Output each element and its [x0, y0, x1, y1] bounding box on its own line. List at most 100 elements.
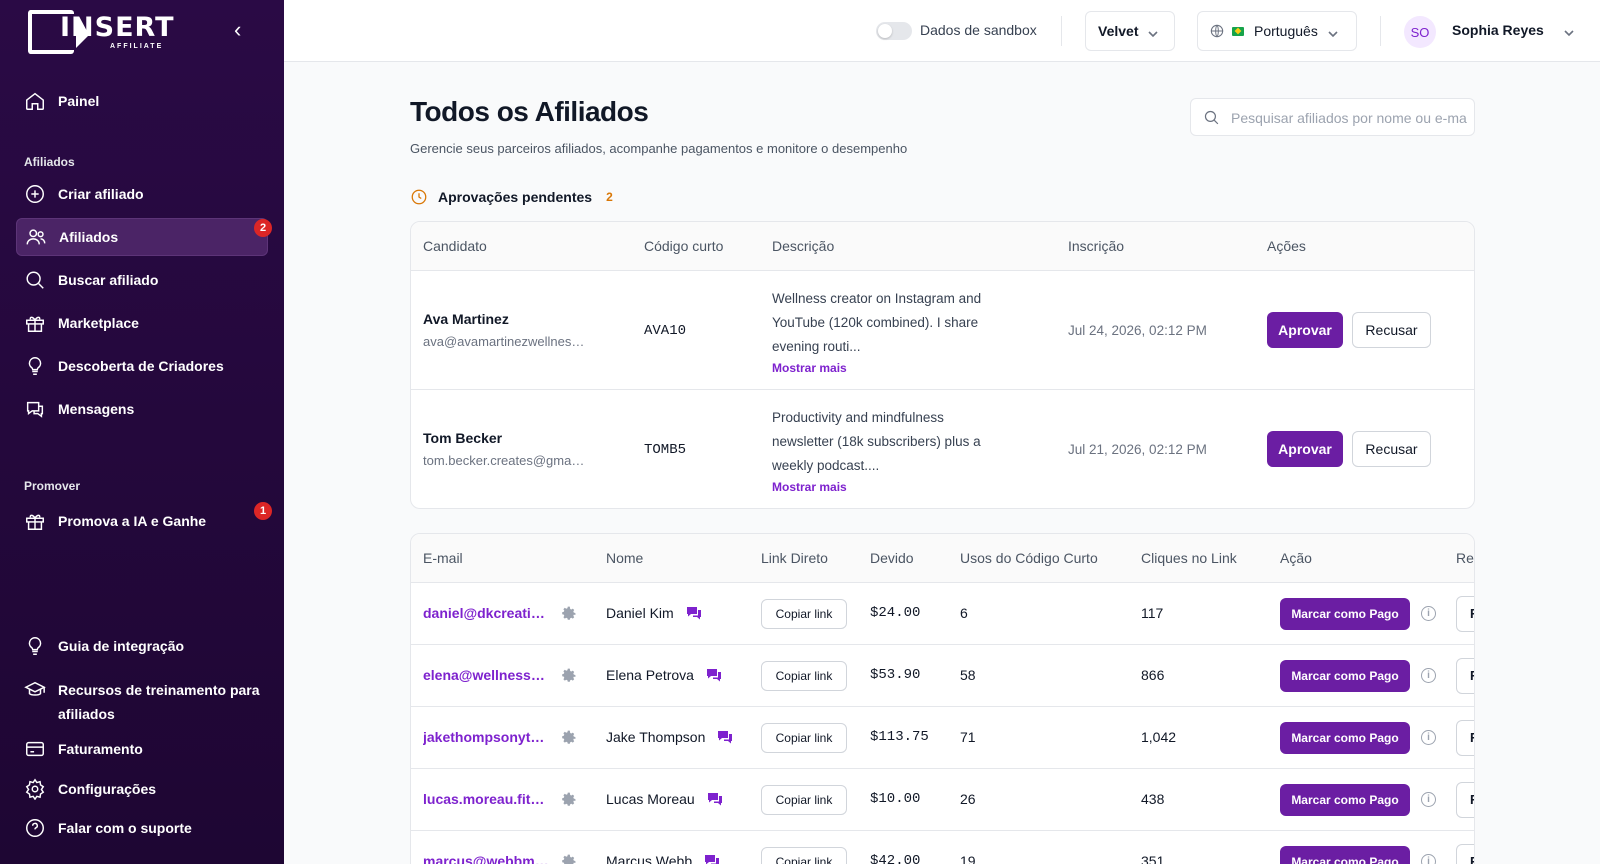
show-more-link[interactable]: Mostrar mais: [772, 480, 847, 494]
info-icon[interactable]: i: [1421, 606, 1436, 621]
column-header: Descrição: [772, 238, 835, 254]
pending-approvals-header: Aprovações pendentes 2: [410, 188, 613, 206]
column-header: Link Direto: [761, 550, 828, 566]
column-header: Nome: [606, 550, 644, 566]
sidebar-item-messages[interactable]: Mensagens: [16, 390, 268, 428]
credit-card-icon: [24, 738, 46, 760]
collapse-sidebar-chevron-left-icon[interactable]: ‹: [234, 19, 252, 42]
short-code-uses: 26: [960, 791, 976, 807]
sidebar-item-marketplace[interactable]: Marketplace: [16, 304, 268, 342]
gear-icon[interactable]: [561, 792, 577, 808]
sidebar-item-label: Guia de integração: [58, 638, 185, 654]
sidebar-item-creator-discovery[interactable]: Descoberta de Criadores: [16, 347, 268, 385]
short-code-uses: 19: [960, 853, 976, 864]
show-more-link[interactable]: Mostrar mais: [772, 361, 847, 375]
copy-link-button[interactable]: Copiar link: [761, 599, 847, 629]
chat-icon[interactable]: [707, 792, 723, 807]
gear-icon[interactable]: [561, 730, 577, 746]
sandbox-toggle[interactable]: [876, 22, 912, 40]
mark-as-paid-button[interactable]: Marcar como Pago: [1280, 846, 1410, 864]
brazil-flag-icon: [1232, 26, 1244, 36]
affiliate-email-link[interactable]: marcus@webbmedia.com: [423, 853, 551, 864]
chat-icon[interactable]: [706, 668, 722, 683]
truncated-action-button[interactable]: R: [1456, 658, 1474, 694]
user-name[interactable]: Sophia Reyes: [1452, 22, 1544, 38]
chat-icon[interactable]: [717, 730, 733, 745]
approve-button[interactable]: Aprovar: [1267, 312, 1343, 348]
insert-affiliate-logo[interactable]: INSERT AFFILIATE: [26, 8, 174, 56]
signup-date: Jul 24, 2026, 02:12 PM: [1068, 323, 1207, 338]
sidebar-item-label: Criar afiliado: [58, 186, 144, 202]
copy-link-button[interactable]: Copiar link: [761, 785, 847, 815]
sidebar-item-label: Painel: [58, 93, 100, 109]
mark-as-paid-button[interactable]: Marcar como Pago: [1280, 660, 1410, 692]
truncated-action-button[interactable]: R: [1456, 844, 1474, 864]
gift-icon: [24, 510, 46, 532]
reject-button[interactable]: Recusar: [1352, 431, 1431, 467]
info-icon[interactable]: i: [1421, 792, 1436, 807]
sidebar-item-promote-ai[interactable]: Promova a IA e Ganhe: [16, 502, 268, 540]
candidate-description: Wellness creator on Instagram and YouTub…: [772, 291, 982, 354]
sidebar-item-label: Promova a IA e Ganhe: [58, 513, 207, 529]
chat-icon[interactable]: [704, 854, 720, 864]
gear-icon[interactable]: [561, 854, 577, 864]
chat-icon[interactable]: [686, 606, 702, 621]
sidebar-item-billing[interactable]: Faturamento: [16, 730, 268, 768]
info-icon[interactable]: i: [1421, 730, 1436, 745]
gear-icon[interactable]: [561, 668, 577, 684]
sidebar-item-label: Buscar afiliado: [58, 272, 159, 288]
affiliate-email-link[interactable]: lucas.moreau.fit@gmail.com: [423, 791, 551, 807]
pending-approvals-title: Aprovações pendentes: [438, 189, 593, 205]
pending-count-badge: 2: [606, 190, 613, 204]
copy-link-button[interactable]: Copiar link: [761, 661, 847, 691]
table-header: E-mail Nome Link Direto Devido Usos do C…: [411, 534, 1474, 583]
affiliate-search[interactable]: [1190, 98, 1475, 136]
link-clicks: 351: [1141, 853, 1165, 864]
column-header: Usos do Código Curto: [960, 550, 1098, 566]
search-input[interactable]: [1231, 107, 1467, 129]
affiliate-email-link[interactable]: daniel@dkcreative.co: [423, 605, 551, 621]
column-header: Candidato: [423, 238, 487, 254]
mark-as-paid-button[interactable]: Marcar como Pago: [1280, 784, 1410, 816]
sidebar-item-settings[interactable]: Configurações: [16, 770, 268, 808]
company-select[interactable]: Velvet: [1085, 11, 1175, 51]
sidebar-item-support[interactable]: Falar com o suporte: [16, 809, 268, 847]
mark-as-paid-button[interactable]: Marcar como Pago: [1280, 598, 1410, 630]
user-menu-chevron-down-icon[interactable]: [1564, 25, 1574, 37]
copy-link-button[interactable]: Copiar link: [761, 847, 847, 864]
sidebar-item-label: Afiliados: [59, 229, 119, 245]
sidebar-item-affiliates[interactable]: Afiliados: [16, 218, 268, 256]
amount-owed: $53.90: [870, 667, 921, 683]
truncated-action-button[interactable]: R: [1456, 720, 1474, 756]
short-code-uses: 71: [960, 729, 976, 745]
sidebar-item-search-affiliate[interactable]: Buscar afiliado: [16, 261, 268, 299]
table-row: daniel@dkcreative.co Daniel Kim Copiar l…: [411, 583, 1474, 645]
mark-as-paid-button[interactable]: Marcar como Pago: [1280, 722, 1410, 754]
truncated-action-button[interactable]: R: [1456, 782, 1474, 818]
affiliate-email-link[interactable]: elena@wellnesswithelena.com: [423, 667, 551, 683]
info-icon[interactable]: i: [1421, 668, 1436, 683]
sidebar-item-integration-guide[interactable]: Guia de integração: [16, 627, 268, 665]
gift-icon: [24, 312, 46, 334]
truncated-action-button[interactable]: R: [1456, 596, 1474, 632]
sidebar-item-painel[interactable]: Painel: [16, 82, 268, 120]
language-select-value: Português: [1254, 23, 1318, 39]
page-subtitle: Gerencie seus parceiros afiliados, acomp…: [410, 141, 908, 156]
sidebar-item-label: Mensagens: [58, 401, 135, 417]
sidebar-item-create-affiliate[interactable]: Criar afiliado: [16, 175, 268, 213]
sidebar-item-training-resources[interactable]: Recursos de treinamento para afiliados: [16, 674, 276, 726]
approve-button[interactable]: Aprovar: [1267, 431, 1343, 467]
globe-icon: [1210, 24, 1224, 38]
column-header: Cliques no Link: [1141, 550, 1237, 566]
info-icon[interactable]: i: [1421, 854, 1436, 864]
table-header: Candidato Código curto Descrição Inscriç…: [411, 222, 1474, 271]
language-select[interactable]: Português: [1197, 11, 1357, 51]
reject-button[interactable]: Recusar: [1352, 312, 1431, 348]
gear-icon[interactable]: [561, 606, 577, 622]
avatar[interactable]: SO: [1404, 16, 1436, 48]
affiliate-name: Jake Thompson: [606, 729, 706, 745]
affiliate-email-link[interactable]: jakethompsonyt@gmail.com: [423, 729, 551, 745]
sidebar-item-label: Recursos de treinamento para afiliados: [58, 682, 260, 722]
search-icon: [24, 269, 46, 291]
copy-link-button[interactable]: Copiar link: [761, 723, 847, 753]
